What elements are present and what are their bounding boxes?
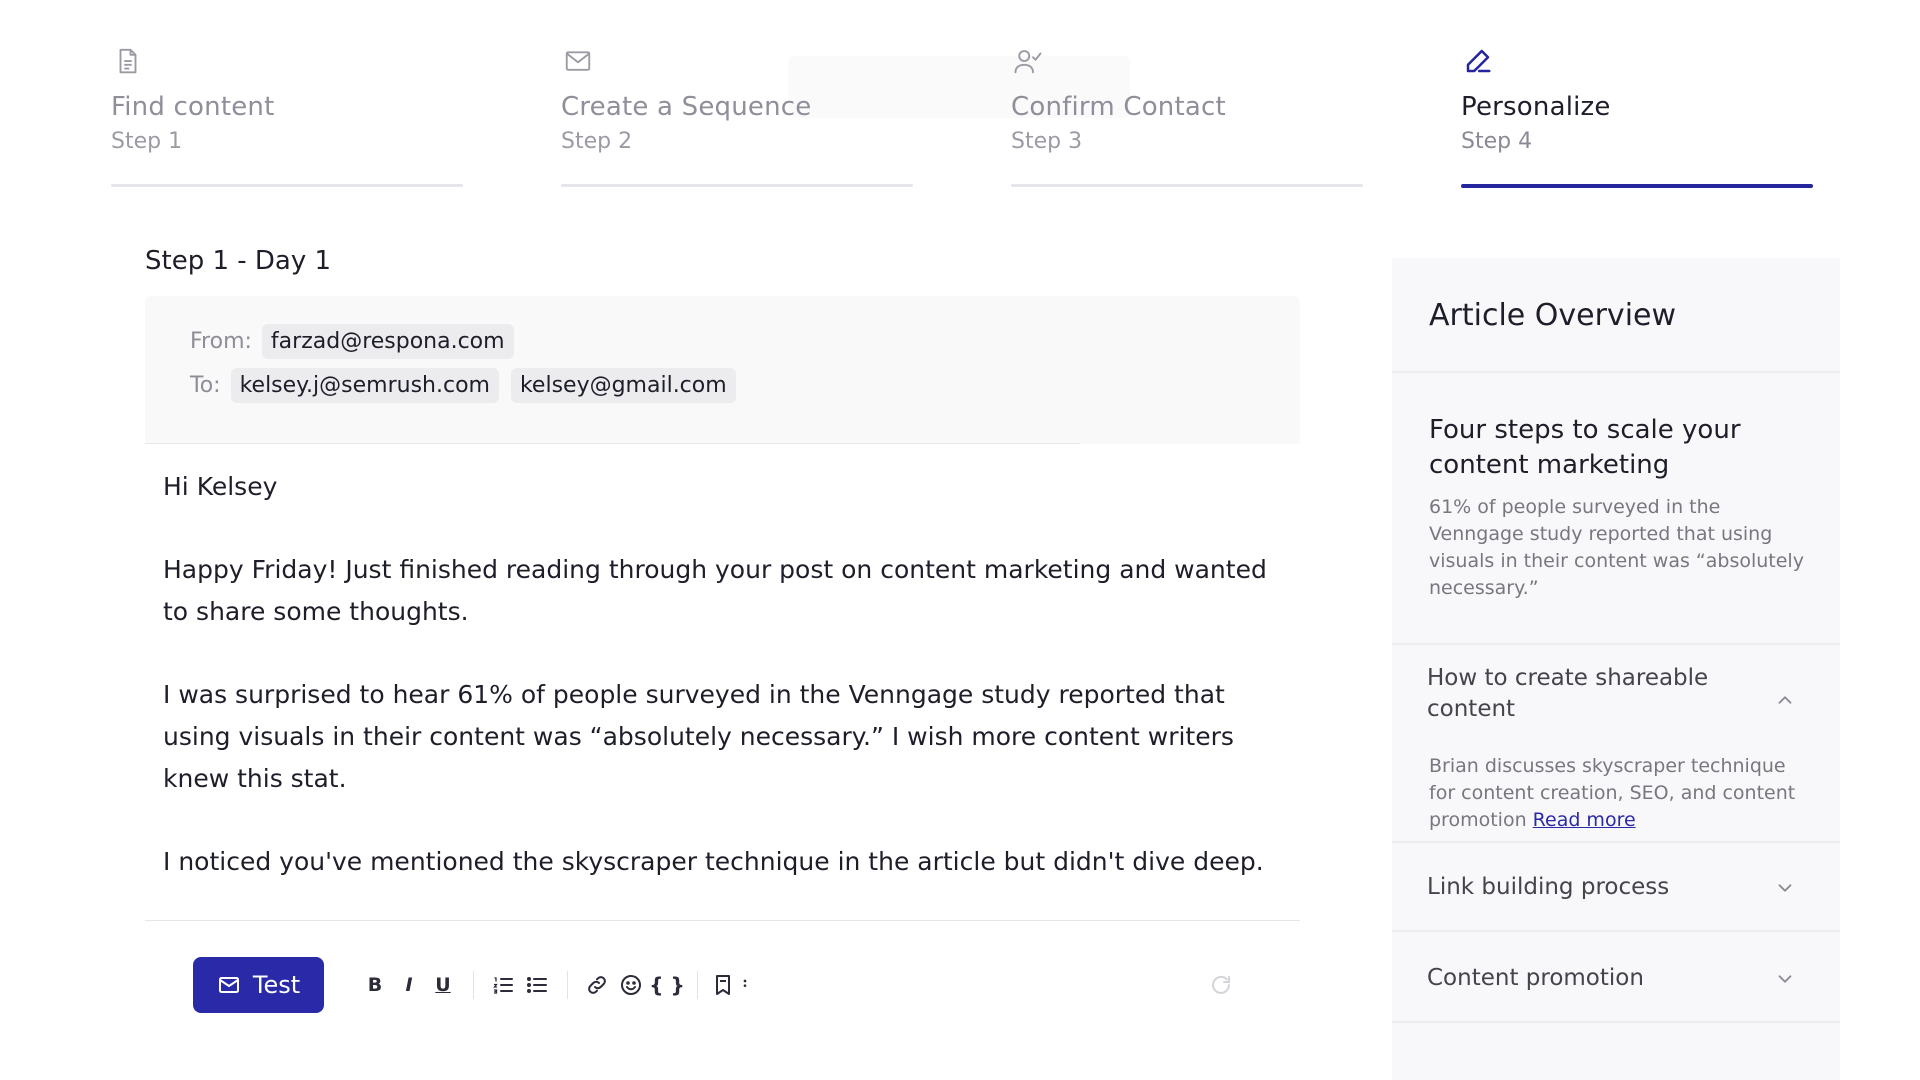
divider xyxy=(1392,643,1840,645)
from-email-chip[interactable]: farzad@respona.com xyxy=(261,324,514,359)
step-number: Step 1 xyxy=(111,129,183,154)
numbered-list-icon[interactable] xyxy=(489,971,517,999)
to-email-chip[interactable]: kelsey@gmail.com xyxy=(510,368,736,403)
section-title: How to create shareable content xyxy=(1427,665,1709,722)
section-description: Brian discusses skyscraper technique for… xyxy=(1429,753,1809,834)
document-icon xyxy=(113,46,143,76)
user-check-icon xyxy=(1013,46,1043,76)
step-find-content[interactable]: Find content Step 1 xyxy=(111,46,463,192)
emoji-icon[interactable] xyxy=(617,971,645,999)
section-content-promotion[interactable]: Content promotion xyxy=(1392,931,1840,1021)
italic-button[interactable]: I xyxy=(395,971,423,999)
stepper: Find content Step 1 Create a Sequence St… xyxy=(0,0,1920,200)
pen-icon xyxy=(1463,46,1493,76)
step-progress-bar xyxy=(1011,184,1363,187)
step-title: Personalize xyxy=(1461,92,1611,122)
to-email-chip[interactable]: kelsey.j@semrush.com xyxy=(230,368,499,403)
test-button-label: Test xyxy=(252,971,301,999)
from-label: From: xyxy=(190,329,252,354)
chevron-down-icon[interactable] xyxy=(1774,877,1796,899)
underline-button[interactable]: U xyxy=(429,971,457,999)
section-link-building[interactable]: Link building process xyxy=(1392,842,1840,930)
test-button[interactable]: Test xyxy=(193,957,324,1013)
email-paragraph: Happy Friday! Just finished reading thro… xyxy=(163,555,1267,626)
step-title: Confirm Contact xyxy=(1011,92,1226,122)
divider xyxy=(1392,1021,1840,1023)
toolbar-separator xyxy=(473,971,474,999)
app-page: Find content Step 1 Create a Sequence St… xyxy=(0,0,1920,1080)
link-icon[interactable] xyxy=(583,971,611,999)
article-summary: 61% of people surveyed in the Venngage s… xyxy=(1429,496,1804,599)
step-number: Step 2 xyxy=(561,129,633,154)
to-row: To: kelsey.j@semrush.com kelsey@gmail.co… xyxy=(190,368,736,403)
step-create-sequence[interactable]: Create a Sequence Step 2 xyxy=(561,46,913,192)
chevron-down-icon[interactable] xyxy=(1774,968,1796,990)
toolbar-separator xyxy=(567,971,568,999)
email-body-editor[interactable]: Hi Kelsey Happy Friday! Just finished re… xyxy=(163,466,1273,883)
email-paragraph: I noticed you've mentioned the skyscrape… xyxy=(163,847,1264,876)
divider xyxy=(145,920,1300,921)
step-personalize[interactable]: Personalize Step 4 xyxy=(1461,46,1813,192)
step-title: Find content xyxy=(111,92,275,122)
step-number: Step 3 xyxy=(1011,129,1083,154)
step-progress-bar xyxy=(561,184,913,187)
variables-button[interactable]: { } xyxy=(649,971,685,999)
step-number: Step 4 xyxy=(1461,129,1533,154)
refresh-icon[interactable] xyxy=(1207,971,1235,999)
step-confirm-contact[interactable]: Confirm Contact Step 3 xyxy=(1011,46,1363,192)
step-title: Create a Sequence xyxy=(561,92,812,122)
bold-button[interactable]: B xyxy=(361,971,389,999)
mail-icon xyxy=(563,46,593,76)
article-overview-panel: Article Overview Four steps to scale you… xyxy=(1392,258,1840,1080)
section-title: Link building process xyxy=(1427,874,1670,900)
panel-title: Article Overview xyxy=(1429,298,1677,333)
step-progress-bar xyxy=(111,184,463,187)
bullet-list-icon[interactable] xyxy=(523,971,551,999)
email-paragraph: Hi Kelsey xyxy=(163,472,278,501)
more-options-icon[interactable] xyxy=(737,971,753,999)
section-shareable-content[interactable]: How to create shareable content Brian di… xyxy=(1392,663,1840,838)
article-title: Four steps to scale your content marketi… xyxy=(1429,415,1741,480)
section-title: Content promotion xyxy=(1427,965,1644,991)
toolbar-separator xyxy=(697,971,698,999)
to-label: To: xyxy=(190,373,221,398)
email-paragraph: I was surprised to hear 61% of people su… xyxy=(163,680,1234,793)
divider xyxy=(1392,371,1840,373)
editor-toolbar: Test B I U { } xyxy=(193,957,1233,1013)
template-bookmark-icon[interactable] xyxy=(709,971,737,999)
mail-icon xyxy=(218,977,239,993)
sequence-step-heading: Step 1 - Day 1 xyxy=(145,246,332,276)
divider xyxy=(145,443,1080,444)
read-more-link[interactable]: Read more xyxy=(1533,809,1636,831)
email-header: From: farzad@respona.com To: kelsey.j@se… xyxy=(145,296,1300,444)
from-row: From: farzad@respona.com xyxy=(190,324,514,359)
step-progress-bar xyxy=(1461,184,1813,188)
chevron-up-icon[interactable] xyxy=(1774,689,1796,711)
